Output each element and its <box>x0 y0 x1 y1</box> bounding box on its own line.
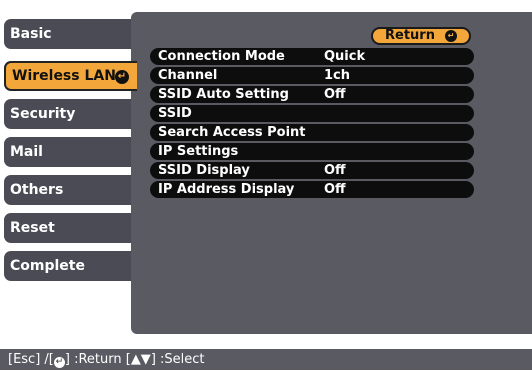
return-button-label: Return <box>385 28 435 43</box>
return-hint: ] :Return [ <box>64 352 131 367</box>
setting-value: Off <box>324 182 346 197</box>
setting-row-ssid-display[interactable]: SSID Display Off <box>150 162 474 179</box>
setting-value: Quick <box>324 49 366 64</box>
setting-row-ip-settings[interactable]: IP Settings <box>150 143 474 160</box>
setting-row-ip-address-display[interactable]: IP Address Display Off <box>150 181 474 198</box>
tab-basic[interactable]: Basic <box>4 19 135 49</box>
tab-wireless-lan[interactable]: Wireless LAN ↵ <box>4 61 137 91</box>
setting-label: Connection Mode <box>158 49 285 64</box>
select-hint: ] :Select <box>150 352 205 367</box>
setting-label: IP Settings <box>158 144 239 159</box>
setting-value: Off <box>324 163 346 178</box>
tab-mail[interactable]: Mail <box>4 137 135 167</box>
setting-row-search-access-point[interactable]: Search Access Point <box>150 124 474 141</box>
setting-value: Off <box>324 87 346 102</box>
enter-icon: ↵ <box>115 70 129 84</box>
setting-row-channel[interactable]: Channel 1ch <box>150 67 474 84</box>
tab-security[interactable]: Security <box>4 99 135 129</box>
setting-label: SSID Auto Setting <box>158 87 289 102</box>
setting-row-ssid-auto-setting[interactable]: SSID Auto Setting Off <box>150 86 474 103</box>
tab-others[interactable]: Others <box>4 175 135 205</box>
setting-label: IP Address Display <box>158 182 295 197</box>
return-button[interactable]: Return ↵ <box>371 27 471 45</box>
enter-icon: ↵ <box>445 30 457 42</box>
up-down-arrow-icon: ▲▼ <box>130 352 151 367</box>
setting-label: Search Access Point <box>158 125 306 140</box>
tab-wireless-lan-label: Wireless LAN <box>12 68 116 84</box>
status-bar: [Esc] /[↵] :Return [▲▼] :Select <box>0 349 532 370</box>
enter-icon: ↵ <box>53 357 65 368</box>
tab-complete[interactable]: Complete <box>4 251 135 281</box>
setting-label: SSID Display <box>158 163 250 178</box>
setting-label: SSID <box>158 106 192 121</box>
setting-row-connection-mode[interactable]: Connection Mode Quick <box>150 48 474 65</box>
setting-label: Channel <box>158 68 218 83</box>
esc-key-hint: [Esc] /[ <box>8 352 54 367</box>
setting-row-ssid[interactable]: SSID <box>150 105 474 122</box>
tab-reset[interactable]: Reset <box>4 213 135 243</box>
setting-value: 1ch <box>324 68 351 83</box>
